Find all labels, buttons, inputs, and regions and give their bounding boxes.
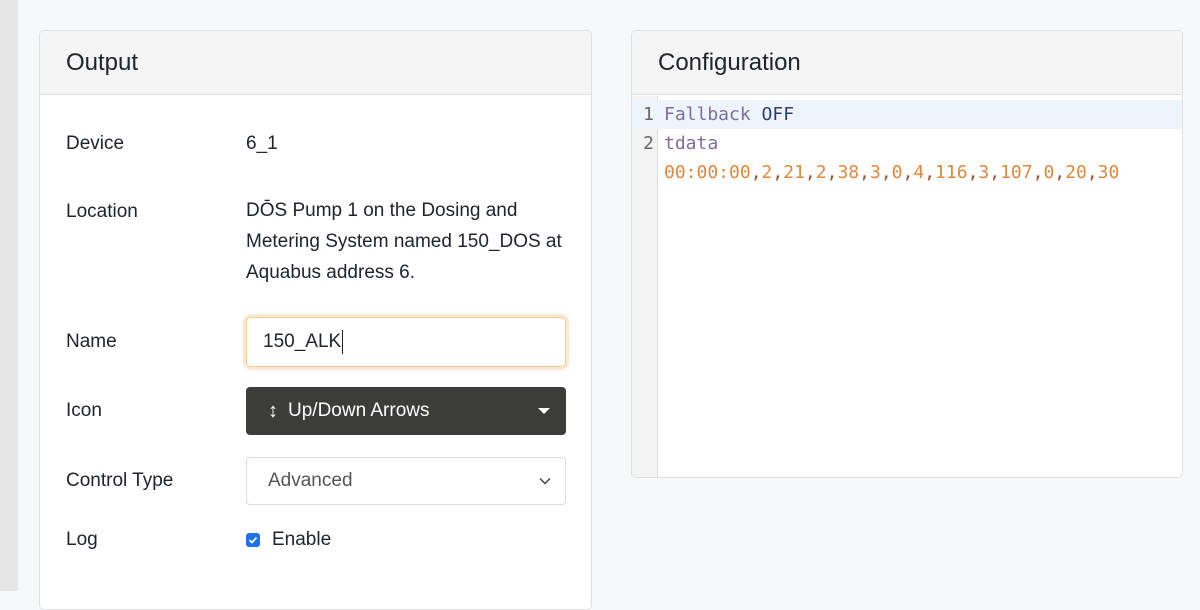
code-line-text: Fallback OFF (658, 104, 794, 125)
code-token: tdata (664, 133, 719, 154)
code-token: , (859, 162, 870, 183)
line-number: 2 (643, 133, 654, 154)
log-enable-wrapper: Enable (246, 529, 331, 551)
line-number: 1 (643, 104, 654, 125)
code-token: , (772, 162, 784, 183)
name-input[interactable]: 150_ALK (246, 317, 566, 367)
code-token: 116 (935, 162, 968, 183)
code-token: , (924, 162, 936, 183)
configuration-card-title: Configuration (632, 31, 1182, 95)
name-input-value: 150_ALK (263, 331, 342, 352)
control-type-label: Control Type (66, 470, 174, 491)
name-row: Name 150_ALK (66, 317, 566, 367)
config-code-editor[interactable]: 1 Fallback OFF 2 tdata 00:00:00,2,21,2,38,3,… (632, 96, 1182, 477)
log-label: Log (66, 529, 98, 550)
code-token: 38 (837, 162, 860, 183)
code-token: 3 (869, 162, 881, 183)
icon-dropdown-button[interactable]: ↕ Up/Down Arrows (246, 387, 566, 435)
code-token: 21 (783, 162, 805, 183)
code-token: , (967, 162, 979, 183)
device-row: Device 6_1 (66, 133, 278, 155)
code-token: , (989, 162, 1001, 183)
location-value: DŌS Pump 1 on the Dosing and Metering Sy… (246, 200, 562, 283)
device-label: Device (66, 133, 125, 154)
code-token: , (804, 162, 816, 183)
code-token: 2 (761, 162, 773, 183)
code-line-text: tdata (658, 133, 718, 154)
location-label: Location (66, 201, 138, 222)
code-token: 0 (1043, 162, 1055, 183)
name-label: Name (66, 331, 117, 352)
code-token: 107 (1000, 162, 1033, 183)
up-down-arrows-icon: ↕ (268, 399, 278, 422)
code-token: , (1086, 162, 1098, 183)
log-row: Log Enable (66, 529, 331, 551)
code-token: , (750, 162, 762, 183)
caret-down-icon (538, 408, 550, 414)
log-enable-checkbox[interactable] (246, 533, 260, 547)
code-token: Fallback (664, 104, 751, 125)
code-token: , (1032, 162, 1044, 183)
code-line[interactable]: 2 tdata (632, 129, 1182, 158)
control-type-row: Control Type Advanced (66, 457, 566, 505)
code-token: 00:00:00 (664, 162, 751, 183)
output-card-title: Output (40, 31, 591, 95)
code-token: 30 (1097, 162, 1120, 183)
chevron-down-icon (539, 477, 551, 485)
log-enable-label[interactable]: Enable (272, 529, 331, 551)
code-token: 0 (891, 162, 903, 183)
code-token: 2 (815, 162, 827, 183)
icon-dropdown-label: Up/Down Arrows (288, 400, 430, 421)
code-token: 20 (1065, 162, 1087, 183)
code-token: , (902, 162, 914, 183)
icon-label: Icon (66, 400, 102, 421)
code-token: , (826, 162, 838, 183)
icon-row: Icon ↕ Up/Down Arrows (66, 387, 566, 435)
code-token: 3 (978, 162, 990, 183)
code-line[interactable]: 1 Fallback OFF (632, 100, 1182, 129)
text-cursor (342, 330, 344, 354)
device-value: 6_1 (246, 133, 278, 154)
control-type-select[interactable]: Advanced (246, 457, 566, 505)
control-type-selected: Advanced (268, 470, 353, 491)
code-token: OFF (761, 104, 795, 125)
checkmark-icon (248, 536, 258, 544)
configuration-card: Configuration 1 Fallback OFF 2 tdata 00:00:0… (631, 30, 1183, 478)
code-token: , (1054, 162, 1066, 183)
code-token: , (880, 162, 892, 183)
output-card: Output Device 6_1 Location DŌS Pump 1 on… (39, 30, 592, 610)
sidebar-edge (0, 0, 18, 591)
code-line[interactable]: 00:00:00,2,21,2,38,3,0,4,116,3,107,0,20,… (632, 158, 1182, 187)
code-line-text: 00:00:00,2,21,2,38,3,0,4,116,3,107,0,20,… (658, 162, 1119, 183)
code-token: 4 (913, 162, 925, 183)
location-row: Location DŌS Pump 1 on the Dosing and Me… (66, 200, 566, 288)
